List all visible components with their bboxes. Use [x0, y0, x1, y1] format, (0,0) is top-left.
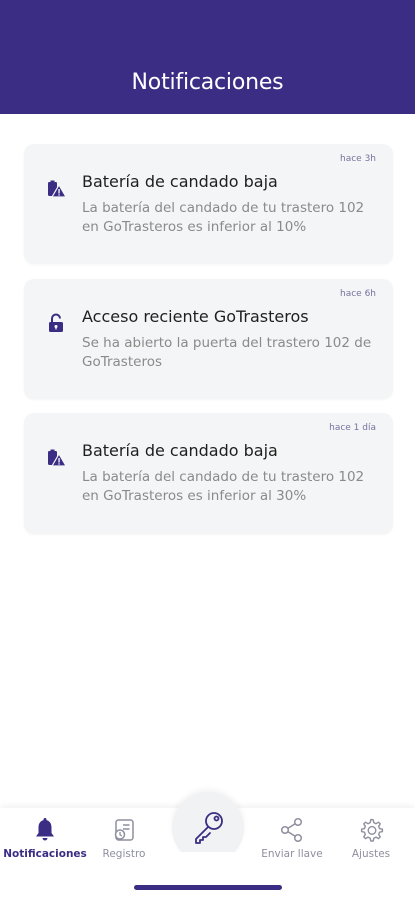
battery-warning-icon: [48, 180, 67, 198]
share-icon: [280, 817, 303, 843]
nav-label: Enviar llave: [261, 848, 323, 860]
notification-card[interactable]: hace 3h Batería de candado baja La bater…: [24, 144, 393, 264]
notification-time: hace 1 día: [329, 423, 376, 433]
history-icon: [114, 819, 134, 841]
bell-icon: [36, 818, 54, 841]
page-title: Notificaciones: [131, 70, 284, 95]
notification-title: Acceso reciente GoTrasteros: [82, 307, 309, 326]
key-icon: [195, 812, 223, 844]
gear-icon: [360, 818, 384, 842]
notification-time: hace 6h: [340, 289, 376, 299]
home-indicator[interactable]: [134, 885, 282, 890]
notification-time: hace 3h: [340, 154, 376, 164]
app-header: Notificaciones: [0, 0, 415, 114]
nav-item-notificaciones[interactable]: Notificaciones: [3, 816, 87, 866]
unlocked-padlock-icon: [49, 313, 63, 332]
nav-item-registro[interactable]: Registro: [96, 816, 152, 866]
notification-body: La batería del candado de tu trastero 10…: [82, 200, 365, 235]
notification-card[interactable]: hace 6h Acceso reciente GoTrasteros Se h…: [24, 279, 393, 399]
notification-title: Batería de candado baja: [82, 172, 278, 191]
nav-label: Registro: [102, 848, 146, 860]
nav-item-enviar-llave[interactable]: Enviar llave: [258, 816, 326, 866]
nav-label: Notificaciones: [3, 848, 87, 860]
nav-label: Ajustes: [351, 848, 391, 860]
notification-title: Batería de candado baja: [82, 441, 278, 460]
notification-body: La batería del candado de tu trastero 10…: [82, 469, 365, 504]
notification-body: Se ha abierto la puerta del trastero 102…: [82, 335, 372, 370]
battery-warning-icon: [48, 449, 67, 467]
notification-card[interactable]: hace 1 día Batería de candado baja La ba…: [24, 413, 393, 534]
fab-base: [168, 852, 248, 876]
nav-item-ajustes[interactable]: Ajustes: [344, 816, 398, 866]
